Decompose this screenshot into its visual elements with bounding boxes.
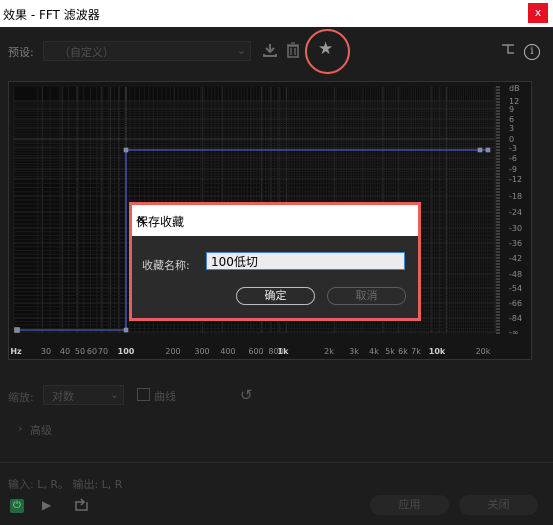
- freq-tick-label: 40: [60, 347, 70, 356]
- freq-tick-label: 2k: [324, 347, 334, 356]
- spline-checkbox[interactable]: [137, 388, 150, 401]
- db-tick-label: -18: [509, 192, 522, 201]
- db-tick-label: -3: [509, 144, 517, 153]
- freq-tick-label: 10k: [429, 347, 446, 356]
- freq-tick-label: Hz: [10, 347, 22, 356]
- play-icon[interactable]: ▶: [42, 498, 51, 512]
- favorite-name-label: 收藏名称:: [142, 259, 190, 272]
- chevron-down-icon: ⌄: [236, 44, 246, 57]
- db-tick-label: -12: [509, 175, 522, 184]
- cancel-button[interactable]: 取消: [327, 287, 406, 305]
- db-tick-label: -54: [509, 284, 522, 293]
- preset-value: （自定义）: [59, 46, 114, 59]
- freq-tick-label: 70: [98, 347, 108, 356]
- db-tick-label: 0: [509, 135, 514, 144]
- apply-button[interactable]: 应用: [370, 495, 449, 515]
- scale-dropdown[interactable]: 对数 ⌄: [43, 385, 124, 405]
- curve-control-point[interactable]: [477, 147, 483, 153]
- save-favorite-dialog: 保存收藏 ✕ 收藏名称: 确定 取消: [129, 202, 421, 321]
- db-tick-label: 3: [509, 124, 514, 133]
- db-tick-label: -66: [509, 299, 522, 308]
- curve-control-point[interactable]: [123, 147, 129, 153]
- freq-tick-label: 50: [75, 347, 85, 356]
- db-tick-label: -84: [509, 314, 522, 323]
- advanced-chevron-icon[interactable]: ›: [18, 422, 22, 435]
- advanced-toggle[interactable]: 高级: [30, 422, 52, 438]
- db-tick-label: 6: [509, 115, 514, 124]
- preset-label: 预设:: [8, 46, 34, 59]
- save-preset-icon[interactable]: [262, 42, 278, 62]
- db-tick-label: -42: [509, 254, 522, 263]
- io-info: 输入: L, R。 输出: L, R: [8, 478, 123, 491]
- scale-label: 缩放:: [8, 391, 34, 404]
- freq-tick-label: 5k: [385, 347, 395, 356]
- curve-control-point[interactable]: [123, 327, 129, 333]
- freq-tick-label: 20k: [476, 347, 491, 356]
- freq-tick-label: 4k: [369, 347, 379, 356]
- power-toggle-icon[interactable]: ⏻: [10, 499, 24, 513]
- info-icon[interactable]: i: [524, 44, 540, 60]
- freq-tick-label: 30: [41, 347, 51, 356]
- curve-control-point[interactable]: [485, 147, 491, 153]
- ok-button[interactable]: 确定: [236, 287, 315, 305]
- freq-tick-label: 100: [118, 347, 135, 356]
- chevron-down-icon: ⌄: [109, 388, 119, 401]
- db-tick-label: -∞: [509, 328, 519, 337]
- window-title: 效果 - FFT 滤波器: [3, 8, 100, 22]
- db-tick-label: -36: [509, 239, 522, 248]
- routing-icon[interactable]: [501, 42, 515, 60]
- freq-tick-label: 400: [220, 347, 235, 356]
- db-tick-label: -48: [509, 270, 522, 279]
- window-titlebar: 效果 - FFT 滤波器 x: [0, 0, 553, 27]
- favorite-name-input[interactable]: [206, 252, 405, 270]
- freq-tick-label: 200: [165, 347, 180, 356]
- freq-tick-label: 1k: [278, 347, 290, 356]
- db-tick-label: -6: [509, 154, 517, 163]
- close-button[interactable]: 关闭: [459, 495, 538, 515]
- freq-tick-label: 6k: [398, 347, 408, 356]
- spline-label: 曲线: [154, 390, 176, 403]
- freq-tick-label: 600: [248, 347, 263, 356]
- preset-dropdown[interactable]: （自定义） ⌄: [43, 41, 251, 61]
- reset-icon[interactable]: ↺: [240, 386, 253, 404]
- db-tick-label: 9: [509, 105, 514, 114]
- favorite-star-icon[interactable]: ★: [318, 39, 333, 59]
- scale-value: 对数: [52, 390, 74, 403]
- dialog-close-icon[interactable]: ✕: [136, 213, 412, 227]
- divider: [0, 462, 553, 463]
- db-tick-label: -9: [509, 165, 517, 174]
- db-unit-label: dB: [509, 84, 520, 93]
- window-close-button[interactable]: x: [528, 3, 548, 23]
- delete-icon[interactable]: [286, 42, 300, 62]
- freq-tick-label: 60: [87, 347, 97, 356]
- freq-tick-label: 3k: [349, 347, 359, 356]
- freq-tick-label: 7k: [411, 347, 421, 356]
- db-tick-label: -24: [509, 208, 522, 217]
- loop-export-icon[interactable]: [74, 498, 89, 515]
- curve-control-point[interactable]: [14, 327, 20, 333]
- db-tick-label: -30: [509, 224, 522, 233]
- freq-tick-label: 300: [194, 347, 209, 356]
- dialog-titlebar: 保存收藏 ✕: [132, 205, 418, 236]
